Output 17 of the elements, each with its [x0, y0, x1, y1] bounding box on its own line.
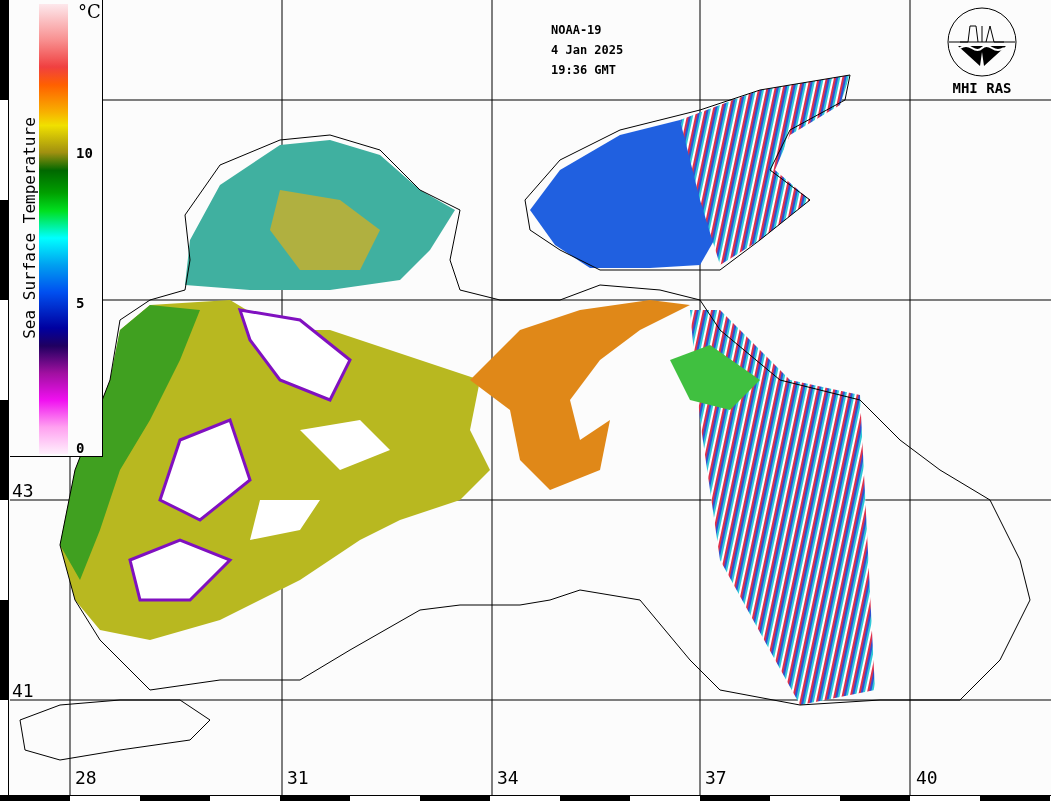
longitude-label: 40	[916, 767, 938, 789]
tick-label: 0	[76, 440, 85, 456]
tick-label: 10	[76, 145, 93, 161]
info-text: 4 Jan 2025	[551, 42, 624, 58]
longitude-label: 31	[287, 767, 309, 789]
longitude-label: 28	[75, 767, 97, 789]
info-text: NOAA-19	[551, 22, 603, 38]
tick-label: 5	[76, 295, 85, 311]
logo-icon	[946, 6, 1018, 78]
longitude-label: 34	[497, 767, 519, 789]
logo-text: MHI RAS	[952, 80, 1012, 96]
latitude-label: 43	[12, 480, 34, 502]
info-text: 19:36 GMT	[551, 62, 618, 78]
unit-label: °C	[78, 2, 101, 22]
latitude-label: 41	[12, 680, 34, 702]
longitude-label: 37	[705, 767, 727, 789]
legend-title: Sea Surface Temperature	[20, 116, 40, 341]
